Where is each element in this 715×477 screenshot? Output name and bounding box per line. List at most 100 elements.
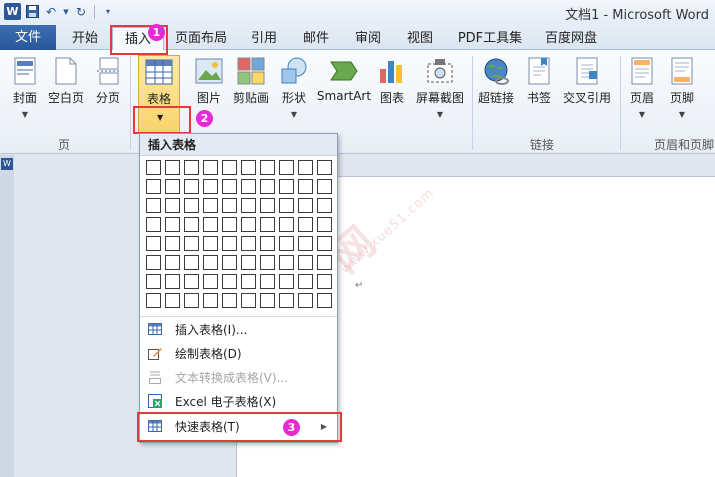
table-grid-cell[interactable] (165, 293, 180, 308)
tab-review[interactable]: 审阅 (348, 27, 388, 50)
table-grid-cell[interactable] (184, 255, 199, 270)
tab-mailings[interactable]: 邮件 (296, 27, 336, 50)
table-grid-cell[interactable] (184, 274, 199, 289)
footer-button[interactable]: 页脚 ▼ (666, 55, 698, 125)
blank-page-button[interactable]: 空白页 (47, 55, 85, 125)
table-grid-cell[interactable] (165, 198, 180, 213)
table-grid-cell[interactable] (146, 236, 161, 251)
table-grid-cell[interactable] (279, 217, 294, 232)
table-grid-cell[interactable] (165, 274, 180, 289)
table-grid-cell[interactable] (260, 274, 275, 289)
table-grid-cell[interactable] (241, 236, 256, 251)
word-logo-icon[interactable]: W (4, 3, 21, 20)
menu-draw-table[interactable]: 绘制表格(D) (140, 341, 337, 365)
table-grid-cell[interactable] (184, 198, 199, 213)
menu-excel-spreadsheet[interactable]: Excel 电子表格(X) (140, 389, 337, 413)
table-grid-cell[interactable] (241, 179, 256, 194)
table-grid-cell[interactable] (317, 217, 332, 232)
table-grid-cell[interactable] (241, 255, 256, 270)
header-button[interactable]: 页眉 ▼ (626, 55, 658, 125)
page-break-button[interactable]: 分页 (92, 55, 124, 125)
table-grid-cell[interactable] (184, 179, 199, 194)
table-grid-cell[interactable] (222, 293, 237, 308)
table-grid-cell[interactable] (317, 179, 332, 194)
footer-dropdown-icon[interactable]: ▼ (679, 110, 685, 119)
table-grid-cell[interactable] (298, 255, 313, 270)
cover-page-button[interactable]: 封面 ▼ (8, 55, 42, 125)
chart-button[interactable]: 图表 (376, 55, 408, 125)
table-grid-cell[interactable] (222, 160, 237, 175)
menu-insert-table[interactable]: 插入表格(I)... (140, 317, 337, 341)
table-grid-cell[interactable] (241, 198, 256, 213)
table-grid-cell[interactable] (222, 255, 237, 270)
table-grid-cell[interactable] (184, 293, 199, 308)
table-grid-cell[interactable] (279, 236, 294, 251)
table-grid-cell[interactable] (203, 236, 218, 251)
table-grid-cell[interactable] (298, 217, 313, 232)
undo-icon[interactable]: ↶ (43, 4, 59, 20)
table-grid-cell[interactable] (260, 255, 275, 270)
table-grid-cell[interactable] (260, 179, 275, 194)
table-grid-cell[interactable] (203, 274, 218, 289)
table-grid-cell[interactable] (165, 217, 180, 232)
cover-page-dropdown-icon[interactable]: ▼ (22, 110, 28, 119)
shapes-dropdown-icon[interactable]: ▼ (291, 110, 297, 119)
table-grid-cell[interactable] (298, 198, 313, 213)
table-grid-cell[interactable] (317, 255, 332, 270)
table-size-grid[interactable] (146, 160, 332, 308)
bookmark-button[interactable]: 书签 (522, 55, 556, 125)
table-grid-cell[interactable] (279, 198, 294, 213)
table-grid-cell[interactable] (317, 160, 332, 175)
table-grid-cell[interactable] (222, 198, 237, 213)
table-grid-cell[interactable] (146, 198, 161, 213)
tab-view[interactable]: 视图 (400, 27, 440, 50)
table-grid-cell[interactable] (222, 217, 237, 232)
table-grid-cell[interactable] (260, 198, 275, 213)
screenshot-dropdown-icon[interactable]: ▼ (437, 110, 443, 119)
table-grid-cell[interactable] (203, 217, 218, 232)
table-grid-cell[interactable] (222, 236, 237, 251)
table-grid-cell[interactable] (203, 255, 218, 270)
save-icon[interactable] (24, 4, 40, 20)
table-grid-cell[interactable] (184, 236, 199, 251)
table-grid-cell[interactable] (260, 217, 275, 232)
table-grid-cell[interactable] (165, 255, 180, 270)
table-grid-cell[interactable] (222, 274, 237, 289)
tab-references[interactable]: 引用 (244, 27, 284, 50)
table-grid-cell[interactable] (298, 274, 313, 289)
table-grid-cell[interactable] (279, 274, 294, 289)
table-grid-cell[interactable] (241, 160, 256, 175)
table-grid-cell[interactable] (241, 293, 256, 308)
tab-file[interactable]: 文件 (0, 25, 56, 50)
table-grid-cell[interactable] (298, 236, 313, 251)
table-grid-cell[interactable] (241, 217, 256, 232)
shapes-button[interactable]: 形状 ▼ (278, 55, 310, 125)
tab-page-layout[interactable]: 页面布局 (170, 27, 232, 50)
table-grid-cell[interactable] (222, 179, 237, 194)
screenshot-button[interactable]: 屏幕截图 ▼ (412, 55, 468, 125)
table-grid-cell[interactable] (184, 217, 199, 232)
table-grid-cell[interactable] (279, 293, 294, 308)
customize-qat-icon[interactable]: ▾ (100, 4, 116, 20)
tab-pdf-tools[interactable]: PDF工具集 (452, 27, 528, 50)
table-grid-cell[interactable] (298, 179, 313, 194)
undo-dropdown-icon[interactable]: ▼ (62, 4, 70, 20)
table-grid-cell[interactable] (146, 217, 161, 232)
smartart-button[interactable]: SmartArt (316, 55, 372, 125)
table-grid-cell[interactable] (317, 274, 332, 289)
table-grid-cell[interactable] (317, 293, 332, 308)
table-grid-cell[interactable] (260, 160, 275, 175)
table-grid-cell[interactable] (279, 179, 294, 194)
table-grid-cell[interactable] (184, 160, 199, 175)
redo-icon[interactable]: ↻ (73, 4, 89, 20)
hyperlink-button[interactable]: 超链接 (476, 55, 516, 125)
table-grid-cell[interactable] (146, 179, 161, 194)
table-grid-cell[interactable] (260, 236, 275, 251)
table-dropdown-arrow-icon[interactable]: ▼ (157, 113, 163, 122)
table-grid-cell[interactable] (298, 160, 313, 175)
table-grid-cell[interactable] (146, 255, 161, 270)
table-grid-cell[interactable] (317, 198, 332, 213)
table-grid-cell[interactable] (165, 179, 180, 194)
table-grid-cell[interactable] (165, 160, 180, 175)
table-grid-cell[interactable] (203, 179, 218, 194)
